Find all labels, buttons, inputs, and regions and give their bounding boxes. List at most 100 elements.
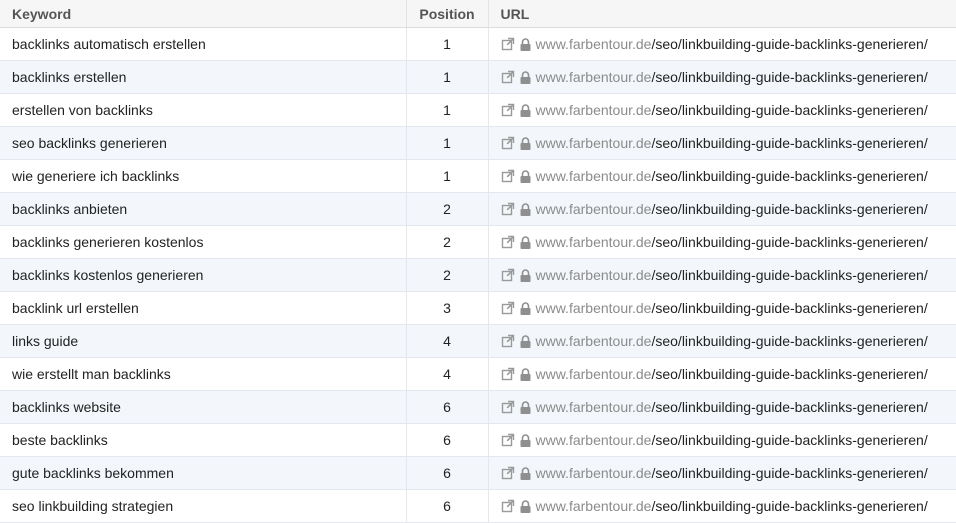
url-link[interactable]: www.farbentour.de/seo/linkbuilding-guide…	[536, 300, 928, 316]
url-domain: www.farbentour.de	[535, 102, 652, 118]
url-domain: www.farbentour.de	[535, 267, 652, 283]
lock-icon	[520, 301, 531, 315]
external-link-icon[interactable]	[501, 37, 515, 51]
position-cell: 1	[406, 27, 489, 61]
lock-icon	[520, 37, 531, 51]
position-cell: 1	[406, 126, 489, 160]
url-domain: www.farbentour.de	[535, 135, 652, 151]
lock-icon	[520, 367, 531, 381]
url-path: /seo/linkbuilding-guide-backlinks-generi…	[651, 267, 928, 283]
table-row: seo backlinks generieren 1 www.farbentou…	[0, 126, 956, 160]
url-link[interactable]: www.farbentour.de/seo/linkbuilding-guide…	[536, 267, 928, 283]
lock-icon	[520, 400, 531, 414]
url-link[interactable]: www.farbentour.de/seo/linkbuilding-guide…	[536, 498, 928, 514]
table-row: backlinks website 6 www.farbentour.de/se…	[0, 390, 956, 424]
url-cell: www.farbentour.de/seo/linkbuilding-guide…	[488, 93, 956, 127]
keyword-cell: backlinks kostenlos generieren	[0, 258, 407, 292]
position-cell: 2	[406, 258, 489, 292]
keyword-cell: wie erstellt man backlinks	[0, 357, 407, 391]
url-link[interactable]: www.farbentour.de/seo/linkbuilding-guide…	[536, 234, 928, 250]
url-cell: www.farbentour.de/seo/linkbuilding-guide…	[488, 60, 956, 94]
external-link-icon[interactable]	[501, 367, 515, 381]
external-link-icon[interactable]	[501, 70, 515, 84]
url-path: /seo/linkbuilding-guide-backlinks-generi…	[651, 300, 928, 316]
table-row: backlinks kostenlos generieren 2 www.far…	[0, 258, 956, 292]
table-row: wie generiere ich backlinks 1 www.farben…	[0, 159, 956, 193]
keyword-cell: erstellen von backlinks	[0, 93, 407, 127]
position-cell: 2	[406, 225, 489, 259]
url-link[interactable]: www.farbentour.de/seo/linkbuilding-guide…	[536, 69, 928, 85]
column-header-position[interactable]: Position	[406, 0, 489, 28]
url-cell: www.farbentour.de/seo/linkbuilding-guide…	[488, 192, 956, 226]
external-link-icon[interactable]	[501, 202, 515, 216]
url-path: /seo/linkbuilding-guide-backlinks-generi…	[651, 234, 928, 250]
table-row: backlinks generieren kostenlos 2 www.far…	[0, 225, 956, 259]
url-cell: www.farbentour.de/seo/linkbuilding-guide…	[488, 324, 956, 358]
table-row: beste backlinks 6 www.farbentour.de/seo/…	[0, 423, 956, 457]
url-link[interactable]: www.farbentour.de/seo/linkbuilding-guide…	[536, 432, 928, 448]
url-path: /seo/linkbuilding-guide-backlinks-generi…	[651, 36, 928, 52]
url-path: /seo/linkbuilding-guide-backlinks-generi…	[651, 333, 928, 349]
url-link[interactable]: www.farbentour.de/seo/linkbuilding-guide…	[536, 333, 928, 349]
url-domain: www.farbentour.de	[535, 234, 652, 250]
position-cell: 1	[406, 60, 489, 94]
external-link-icon[interactable]	[501, 499, 515, 513]
column-header-keyword[interactable]: Keyword	[0, 0, 407, 28]
external-link-icon[interactable]	[501, 433, 515, 447]
table-row: erstellen von backlinks 1 www.farbentour…	[0, 93, 956, 127]
url-domain: www.farbentour.de	[535, 366, 652, 382]
column-header-url[interactable]: URL	[488, 0, 956, 28]
url-domain: www.farbentour.de	[535, 69, 652, 85]
url-domain: www.farbentour.de	[535, 432, 652, 448]
url-link[interactable]: www.farbentour.de/seo/linkbuilding-guide…	[536, 399, 928, 415]
position-cell: 6	[406, 390, 489, 424]
url-domain: www.farbentour.de	[535, 168, 652, 184]
lock-icon	[520, 169, 531, 183]
url-cell: www.farbentour.de/seo/linkbuilding-guide…	[488, 423, 956, 457]
url-link[interactable]: www.farbentour.de/seo/linkbuilding-guide…	[536, 168, 928, 184]
keyword-cell: backlinks erstellen	[0, 60, 407, 94]
keyword-cell: backlinks website	[0, 390, 407, 424]
url-path: /seo/linkbuilding-guide-backlinks-generi…	[651, 399, 928, 415]
external-link-icon[interactable]	[501, 136, 515, 150]
url-cell: www.farbentour.de/seo/linkbuilding-guide…	[488, 291, 956, 325]
url-domain: www.farbentour.de	[535, 399, 652, 415]
keyword-cell: backlinks anbieten	[0, 192, 407, 226]
table-header-row: Keyword Position URL	[0, 0, 956, 28]
table-row: links guide 4 www.farbentour.de/seo/link…	[0, 324, 956, 358]
url-cell: www.farbentour.de/seo/linkbuilding-guide…	[488, 27, 956, 61]
url-cell: www.farbentour.de/seo/linkbuilding-guide…	[488, 456, 956, 490]
url-link[interactable]: www.farbentour.de/seo/linkbuilding-guide…	[536, 135, 928, 151]
position-cell: 6	[406, 456, 489, 490]
external-link-icon[interactable]	[501, 268, 515, 282]
url-path: /seo/linkbuilding-guide-backlinks-generi…	[651, 69, 928, 85]
lock-icon	[520, 499, 531, 513]
url-link[interactable]: www.farbentour.de/seo/linkbuilding-guide…	[536, 201, 928, 217]
table-row: wie erstellt man backlinks 4 www.farbent…	[0, 357, 956, 391]
external-link-icon[interactable]	[501, 169, 515, 183]
external-link-icon[interactable]	[501, 301, 515, 315]
position-cell: 4	[406, 357, 489, 391]
keyword-cell: links guide	[0, 324, 407, 358]
url-link[interactable]: www.farbentour.de/seo/linkbuilding-guide…	[536, 102, 928, 118]
position-cell: 3	[406, 291, 489, 325]
url-path: /seo/linkbuilding-guide-backlinks-generi…	[651, 168, 928, 184]
external-link-icon[interactable]	[501, 235, 515, 249]
url-link[interactable]: www.farbentour.de/seo/linkbuilding-guide…	[536, 36, 928, 52]
external-link-icon[interactable]	[501, 400, 515, 414]
url-link[interactable]: www.farbentour.de/seo/linkbuilding-guide…	[536, 465, 928, 481]
url-path: /seo/linkbuilding-guide-backlinks-generi…	[651, 201, 928, 217]
external-link-icon[interactable]	[501, 466, 515, 480]
table-row: gute backlinks bekommen 6 www.farbentour…	[0, 456, 956, 490]
lock-icon	[520, 466, 531, 480]
position-cell: 6	[406, 423, 489, 457]
url-cell: www.farbentour.de/seo/linkbuilding-guide…	[488, 258, 956, 292]
keyword-table: Keyword Position URL backlinks automatis…	[0, 0, 956, 523]
url-link[interactable]: www.farbentour.de/seo/linkbuilding-guide…	[536, 366, 928, 382]
external-link-icon[interactable]	[501, 334, 515, 348]
external-link-icon[interactable]	[501, 103, 515, 117]
url-domain: www.farbentour.de	[535, 465, 652, 481]
url-path: /seo/linkbuilding-guide-backlinks-generi…	[651, 366, 928, 382]
url-cell: www.farbentour.de/seo/linkbuilding-guide…	[488, 390, 956, 424]
url-domain: www.farbentour.de	[535, 36, 652, 52]
